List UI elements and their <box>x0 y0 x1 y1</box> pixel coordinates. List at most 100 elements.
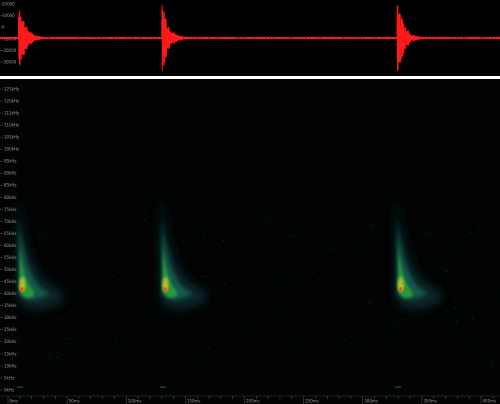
noise-speck <box>260 355 262 357</box>
noise-speck <box>92 254 94 256</box>
noise-speck <box>260 253 262 255</box>
noise-speck <box>122 242 124 245</box>
time-tick-label: 200ms <box>246 399 260 404</box>
spectrogram-panel[interactable]: 125kHz 120kHz 115kHz 110kHz 105kHz 100kHz 95kH… <box>0 79 500 404</box>
noise-speck <box>248 351 250 353</box>
noise-speck <box>222 239 225 242</box>
noise-speck <box>94 281 96 283</box>
noise-speck <box>351 352 353 354</box>
noise-speck <box>152 241 154 243</box>
time-tick-label: 400ms <box>483 399 497 404</box>
noise-speck <box>343 210 345 212</box>
noise-speck <box>263 320 265 322</box>
noise-speck <box>246 253 248 255</box>
noise-speck <box>450 266 452 268</box>
call-peak-center <box>399 287 402 291</box>
noise-speck <box>109 316 111 318</box>
noise-speck <box>391 286 393 288</box>
noise-speck <box>248 246 251 248</box>
frequency-tick-label: 15kHz <box>4 351 17 356</box>
noise-speck <box>465 255 467 257</box>
noise-speck <box>401 337 403 339</box>
noise-speck <box>421 339 423 342</box>
noise-speck <box>103 360 105 362</box>
noise-speck <box>461 218 463 221</box>
noise-speck <box>234 362 237 364</box>
noise-speck <box>178 348 180 350</box>
noise-speck <box>32 320 34 322</box>
noise-speck <box>182 211 185 213</box>
noise-speck <box>271 270 273 272</box>
noise-speck <box>370 292 372 294</box>
noise-speck <box>273 315 275 317</box>
noise-speck <box>477 307 479 309</box>
noise-speck <box>466 285 468 287</box>
noise-speck <box>469 232 471 234</box>
noise-speck <box>127 304 129 306</box>
noise-speck <box>392 346 394 348</box>
noise-speck <box>379 218 381 220</box>
noise-speck <box>325 325 328 327</box>
noise-speck <box>289 235 291 238</box>
noise-speck <box>155 274 157 276</box>
noise-speck <box>161 340 163 342</box>
noise-speck <box>111 289 113 291</box>
noise-speck <box>307 313 309 315</box>
noise-speck <box>223 284 225 286</box>
noise-speck <box>221 280 223 282</box>
noise-speck <box>253 342 255 344</box>
noise-speck <box>239 329 241 331</box>
noise-speck <box>67 246 69 248</box>
noise-speck <box>446 270 448 272</box>
noise-speck <box>483 343 485 345</box>
frequency-tick-label: 105kHz <box>4 135 19 140</box>
noise-speck <box>417 210 419 212</box>
noise-speck <box>192 344 195 346</box>
call-low-artifact <box>16 386 23 388</box>
noise-speck <box>319 278 321 280</box>
noise-speck <box>420 356 422 358</box>
noise-speck <box>479 229 481 232</box>
noise-speck <box>44 237 46 239</box>
noise-speck <box>374 307 376 309</box>
noise-speck <box>288 336 290 338</box>
noise-speck <box>250 264 252 266</box>
noise-speck <box>478 238 480 240</box>
noise-speck <box>110 260 112 262</box>
noise-speck <box>389 338 391 340</box>
frequency-tick-label: 90kHz <box>4 171 17 176</box>
noise-speck <box>430 218 432 220</box>
noise-speck <box>360 347 362 349</box>
noise-speck <box>454 306 456 308</box>
noise-speck <box>397 341 399 343</box>
noise-speck <box>95 233 97 235</box>
noise-speck <box>475 225 477 227</box>
noise-speck <box>468 340 470 342</box>
noise-speck <box>296 352 299 354</box>
noise-speck <box>263 278 266 280</box>
time-tick-label: 50ms <box>69 399 80 404</box>
noise-speck <box>354 279 356 281</box>
noise-speck <box>373 222 375 224</box>
noise-speck <box>450 318 452 320</box>
frequency-tick-label: 75kHz <box>4 207 17 212</box>
noise-speck <box>331 348 333 350</box>
waveform-panel[interactable]: 20000 10000 0 -10000 -20000 -30000 <box>0 0 500 76</box>
noise-speck <box>208 347 210 349</box>
noise-speck <box>490 364 493 366</box>
noise-speck <box>54 250 56 253</box>
noise-speck <box>459 357 461 359</box>
frequency-tick-label: 120kHz <box>4 98 19 103</box>
noise-speck <box>368 337 370 339</box>
noise-speck <box>289 271 291 273</box>
noise-speck <box>140 212 143 214</box>
noise-speck <box>484 231 486 233</box>
noise-speck <box>70 343 72 345</box>
noise-speck <box>23 342 26 344</box>
noise-speck <box>100 287 102 289</box>
noise-speck <box>453 326 455 328</box>
noise-speck <box>422 345 424 347</box>
noise-speck <box>427 256 429 258</box>
amplitude-tick-label: 10000 <box>2 13 15 18</box>
noise-speck <box>304 252 306 254</box>
